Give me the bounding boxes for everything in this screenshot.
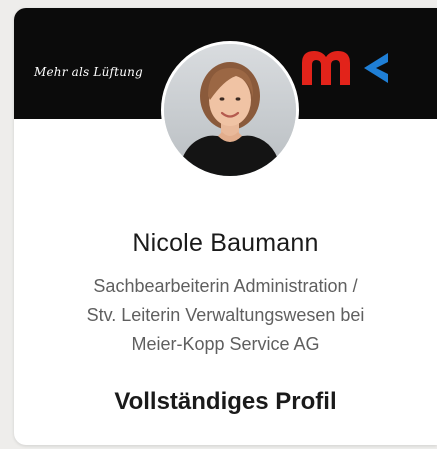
headline-line: Sachbearbeiterin Administration /	[93, 276, 358, 296]
headline-line: Stv. Leiterin Verwaltungswesen bei	[86, 305, 365, 325]
full-profile-link[interactable]: Vollständiges Profil	[14, 388, 437, 416]
profile-photo[interactable]	[161, 41, 299, 179]
headline-line: Meier-Kopp Service AG	[131, 334, 320, 354]
profile-card[interactable]: Mehr als Lüftung MK	[14, 8, 437, 445]
profile-headline: Sachbearbeiterin Administration / Stv. L…	[24, 272, 427, 359]
banner-slogan: Mehr als Lüftung	[34, 65, 143, 79]
company-logo: MK	[302, 51, 388, 85]
profile-name: Nicole Baumann	[132, 229, 319, 257]
